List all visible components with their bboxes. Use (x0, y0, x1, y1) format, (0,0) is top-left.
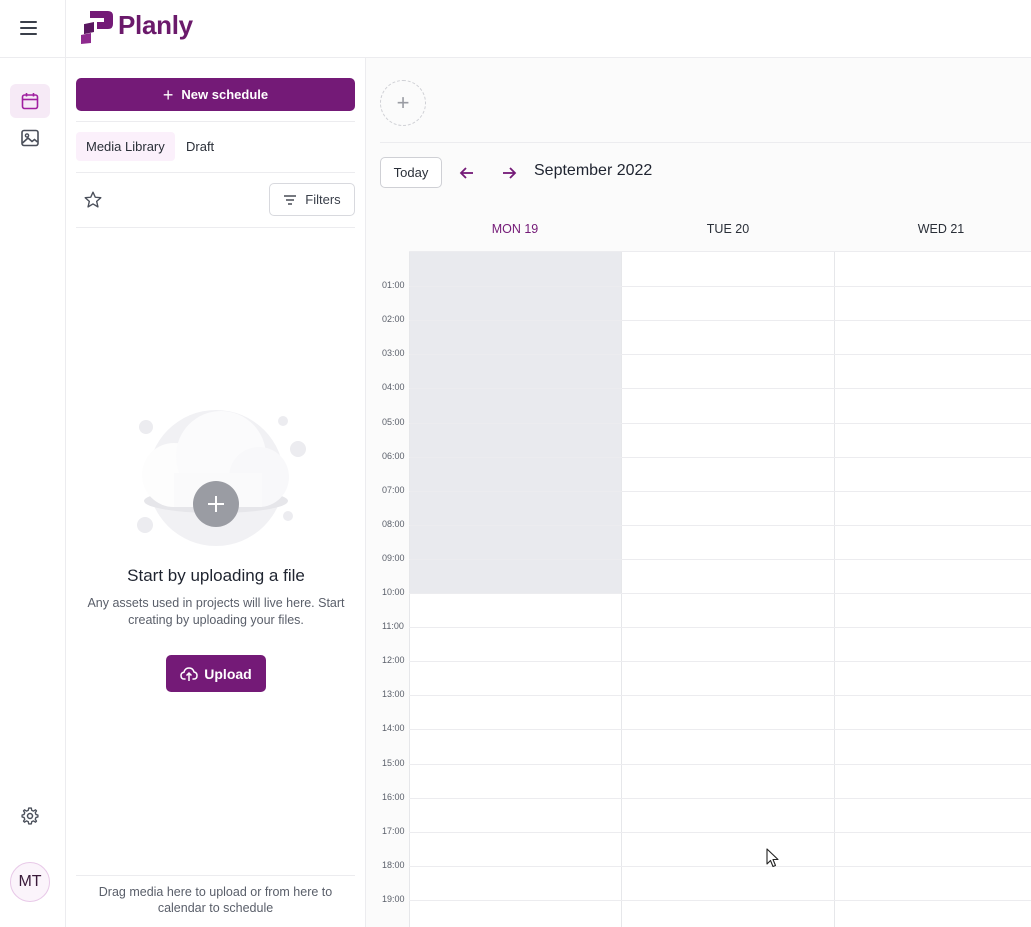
empty-state-title: Start by uploading a file (127, 566, 305, 585)
plus-icon: + (396, 90, 410, 115)
day-header-wed[interactable]: WED 21 (835, 222, 1031, 236)
cloud-upload-illustration-icon (137, 410, 306, 546)
hour-line (409, 899, 1031, 901)
hour-line (409, 865, 1031, 867)
image-icon (21, 129, 39, 147)
hour-label: 13:00 (382, 689, 405, 700)
hour-label: 05:00 (382, 416, 405, 427)
hour-label: 10:00 (382, 587, 405, 597)
hour-label: 18:00 (382, 859, 405, 870)
column-divider (621, 252, 622, 927)
column-divider (409, 252, 410, 927)
hour-line (409, 797, 1031, 799)
hour-label: 16:00 (382, 791, 405, 802)
hour-line (409, 593, 1031, 594)
current-month: September 2022 (534, 162, 653, 179)
hour-line (409, 729, 1031, 731)
top-bar: Planly (0, 0, 1031, 58)
upload-label: Upload (204, 665, 252, 682)
hour-label: 09:00 (382, 552, 405, 563)
menu-icon[interactable] (17, 16, 41, 40)
filter-icon (284, 194, 297, 205)
star-icon[interactable] (82, 189, 104, 211)
day-header-tue[interactable]: TUE 20 (622, 222, 834, 236)
hour-line (409, 558, 1031, 560)
rail-calendar-button[interactable] (10, 84, 50, 118)
hour-label: 19:00 (382, 893, 405, 904)
hour-label: 06:00 (382, 450, 405, 461)
divider (76, 121, 355, 122)
hour-line (409, 286, 1031, 288)
tab-draft[interactable]: Draft (176, 132, 224, 161)
gear-icon (21, 807, 39, 825)
add-profile-button[interactable]: + (380, 80, 426, 126)
drag-hint: Drag media here to upload or from here t… (98, 885, 333, 915)
hour-label: 04:00 (382, 382, 405, 393)
hour-label: 07:00 (382, 484, 405, 495)
hour-line (409, 661, 1031, 663)
hour-line (409, 422, 1031, 424)
hour-label: 03:00 (382, 348, 405, 359)
avatar[interactable]: MT (10, 862, 50, 902)
hour-label: 02:00 (382, 314, 405, 325)
brand-name: Planly (118, 10, 193, 40)
upload-button[interactable]: Upload (166, 655, 266, 692)
cloud-upload-icon (180, 666, 199, 681)
hour-line (409, 763, 1031, 765)
hour-line (409, 354, 1031, 356)
calendar: + Today September 2022 MON 19 TUE 20 WED… (366, 58, 1031, 927)
rail-media-button[interactable] (10, 121, 50, 155)
divider (65, 0, 66, 58)
hour-label: 01:00 (382, 280, 405, 291)
time-grid[interactable] (409, 251, 1031, 927)
new-schedule-button[interactable]: + New schedule (76, 78, 355, 111)
arrow-left-icon[interactable] (455, 161, 479, 185)
hour-label: 12:00 (382, 655, 405, 666)
new-schedule-label: New schedule (181, 87, 269, 102)
calendar-icon (21, 93, 39, 110)
day-header-mon[interactable]: MON 19 (409, 222, 621, 236)
hour-line (409, 695, 1031, 697)
column-divider (834, 252, 835, 927)
hour-line (409, 388, 1031, 390)
filters-label: Filters (305, 192, 341, 207)
left-rail: MT (0, 58, 66, 927)
hour-label: 08:00 (382, 518, 405, 529)
hour-line (409, 456, 1031, 458)
hour-line (409, 524, 1031, 526)
filters-button[interactable]: Filters (269, 183, 355, 216)
today-button[interactable]: Today (380, 157, 442, 188)
settings-button[interactable] (10, 799, 50, 833)
divider (380, 142, 1031, 143)
hour-line (409, 627, 1031, 629)
planly-logo-icon (81, 11, 113, 44)
tab-media-library[interactable]: Media Library (76, 132, 175, 161)
divider (76, 227, 355, 228)
empty-state-description: Any assets used in projects will live he… (87, 596, 345, 627)
media-panel: + New schedule Media Library Draft Filte… (66, 58, 366, 927)
mouse-cursor-icon (766, 848, 779, 868)
hour-label: 15:00 (382, 757, 405, 768)
hour-label: 17:00 (382, 825, 405, 836)
hour-line (409, 320, 1031, 322)
plus-icon: + (162, 84, 174, 105)
arrow-right-icon[interactable] (497, 161, 521, 185)
divider (76, 875, 355, 876)
hour-line (409, 831, 1031, 833)
hour-label: 11:00 (382, 621, 404, 632)
hour-label: 14:00 (382, 723, 405, 734)
divider (76, 172, 355, 173)
hour-line (409, 490, 1031, 492)
